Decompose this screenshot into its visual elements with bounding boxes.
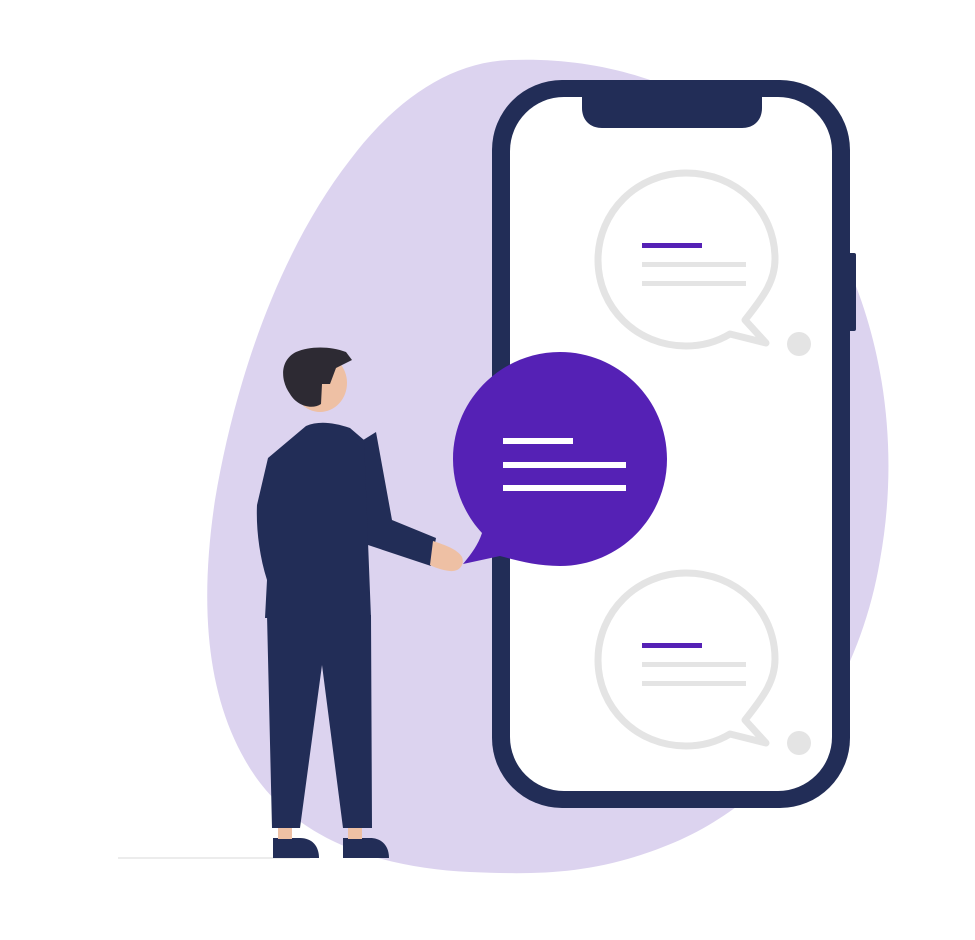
bubble-bottom-text-line-1 [642, 662, 746, 667]
main-bubble-text-line-2 [503, 462, 626, 468]
bubble-top-accent-line [642, 243, 702, 248]
main-bubble-text-line-3 [503, 485, 626, 491]
main-bubble-text-line-1 [503, 438, 573, 444]
phone-notch [582, 95, 762, 128]
left-shoe [273, 838, 319, 858]
bubble-bottom-text-line-2 [642, 681, 746, 686]
bubble-bottom-accent-line [642, 643, 702, 648]
bubble-bottom-dot [787, 731, 811, 755]
bubble-top-text-line-1 [642, 262, 746, 267]
bubble-top-dot [787, 332, 811, 356]
bubble-top-text-line-2 [642, 281, 746, 286]
chat-bubble-icon-main [453, 352, 667, 566]
illustration [118, 59, 889, 874]
